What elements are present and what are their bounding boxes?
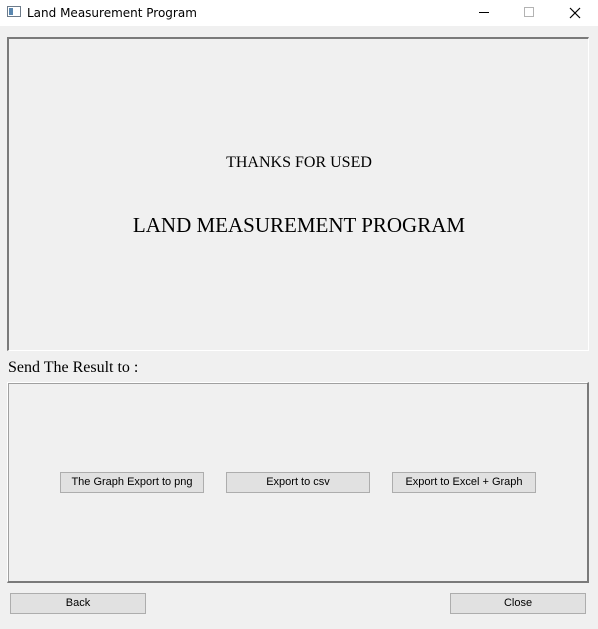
window-title: Land Measurement Program: [27, 6, 197, 20]
minimize-button[interactable]: [461, 0, 507, 26]
program-name-heading: LAND MEASUREMENT PROGRAM: [132, 213, 466, 237]
thanks-message: THANKS FOR USED: [226, 154, 372, 171]
close-icon: [569, 7, 581, 19]
maximize-icon: [524, 7, 534, 17]
back-button[interactable]: Back: [10, 593, 146, 614]
export-excel-button[interactable]: Export to Excel + Graph: [392, 472, 536, 493]
app-window-icon: [7, 6, 21, 17]
send-result-label: Send The Result to :: [8, 359, 139, 376]
maximize-button[interactable]: [506, 0, 552, 26]
export-png-button[interactable]: The Graph Export to png: [60, 472, 204, 493]
minimize-icon: [479, 12, 489, 13]
title-bar[interactable]: Land Measurement Program: [0, 0, 598, 26]
close-button[interactable]: Close: [450, 593, 586, 614]
window-close-button[interactable]: [552, 0, 598, 26]
export-csv-button[interactable]: Export to csv: [226, 472, 370, 493]
message-panel: [7, 37, 589, 351]
